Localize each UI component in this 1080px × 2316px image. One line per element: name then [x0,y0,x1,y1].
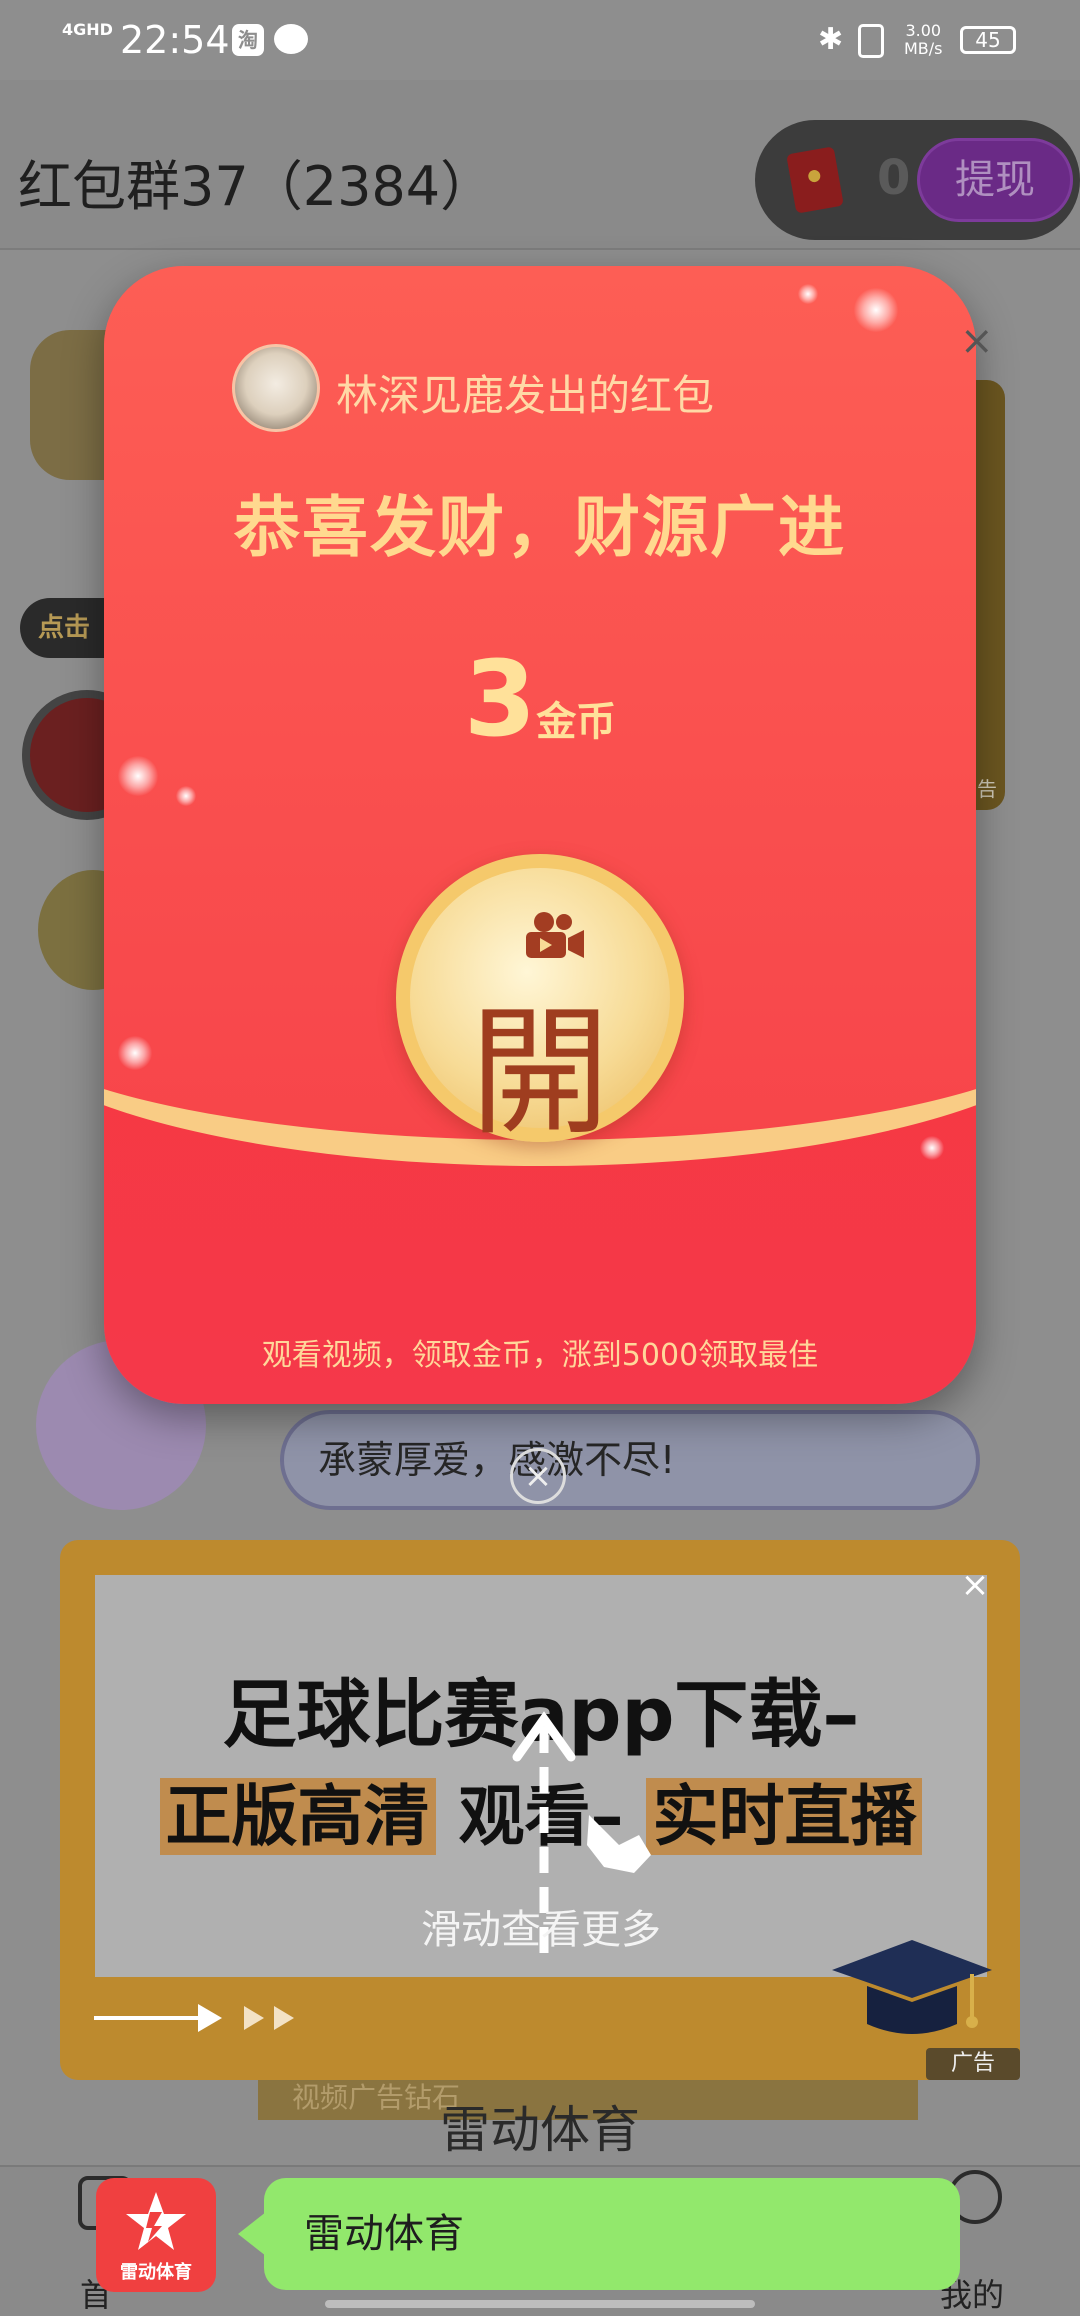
lightning-logo-icon [126,2192,186,2250]
close-icon[interactable]: × [510,1448,566,1504]
ad-strip-label: 告 [977,777,997,801]
message-bubble[interactable]: 承蒙厚爱，感激不尽! [280,1410,980,1510]
close-icon[interactable]: × [960,318,994,364]
ad-label: 广告 [926,2048,1020,2080]
sparkle [854,288,898,332]
status-bar: 4GHD 22:54 淘 ✱ 3.00 MB/s 45 [0,0,1080,80]
tap-tag: 点击 [20,598,110,658]
battery-indicator: 45 [960,26,1016,54]
page-title: 红包群37（2384） [18,155,495,218]
amount: 3金币 [104,638,976,760]
red-envelope-modal: 林深见鹿发出的红包 恭喜发财，财源广进 3金币 開 观看视频，领取金币，涨到50… [104,266,976,1404]
amount-value: 3 [463,638,537,760]
reward-note: 观看视频，领取金币，涨到5000领取最佳 [261,1338,819,1373]
graduation-cap-icon [832,1940,992,2034]
open-character: 開 [469,992,610,1155]
network-speed: 3.00 MB/s [904,22,943,58]
wallet-pill[interactable]: 0 提现 [755,120,1080,240]
amount-unit: 金币 [536,699,617,745]
message-notification-icon [274,24,308,54]
home-indicator[interactable] [325,2300,755,2308]
open-button[interactable]: 開 [396,854,684,1155]
sparkle [118,756,158,796]
ad-close-icon[interactable]: × [958,1568,992,1604]
app-name-caption: 雷动体育 [440,2101,640,2159]
arrow-right-icon [94,2004,294,2032]
toast-message: 雷动体育 [238,2178,960,2290]
video-camera-icon [526,912,584,958]
sparkle [920,1136,944,1160]
sparkle [798,284,818,304]
app-logo: 雷动体育 [96,2178,216,2292]
sender-avatar [232,344,320,432]
bluetooth-icon: ✱ [818,22,844,57]
sparkle [118,1036,152,1070]
vibrate-icon [858,24,884,58]
taobao-notification-icon: 淘 [232,24,264,56]
ad-highlight: 正版高清 [159,1778,436,1855]
coin-count: 0 [877,150,911,206]
speed-value: 3.00 [905,21,942,40]
chat-header: 红包群37（2384） 0 提现 [0,80,1080,250]
ad-panel[interactable]: 足球比赛app下载– 正版高清 观看– 实时直播 滑动查看更多 [95,1575,987,1977]
red-envelope-icon [786,146,844,214]
clock: 22:54 [120,18,230,62]
speed-unit: MB/s [904,39,943,58]
app-logo-label: 雷动体育 [120,2262,192,2283]
ad-banner[interactable]: 足球比赛app下载– 正版高清 观看– 实时直播 滑动查看更多 × 广告 [60,1540,1020,2080]
network-indicator: 4GHD [62,20,113,39]
sparkle [176,786,196,806]
greeting-text: 恭喜发财，财源广进 [234,489,846,566]
ad-highlight: 实时直播 [646,1778,923,1855]
withdraw-button[interactable]: 提现 [917,138,1073,222]
hand-pointer-icon [587,1815,651,1873]
sender-name: 林深见鹿发出的红包 [336,371,715,420]
